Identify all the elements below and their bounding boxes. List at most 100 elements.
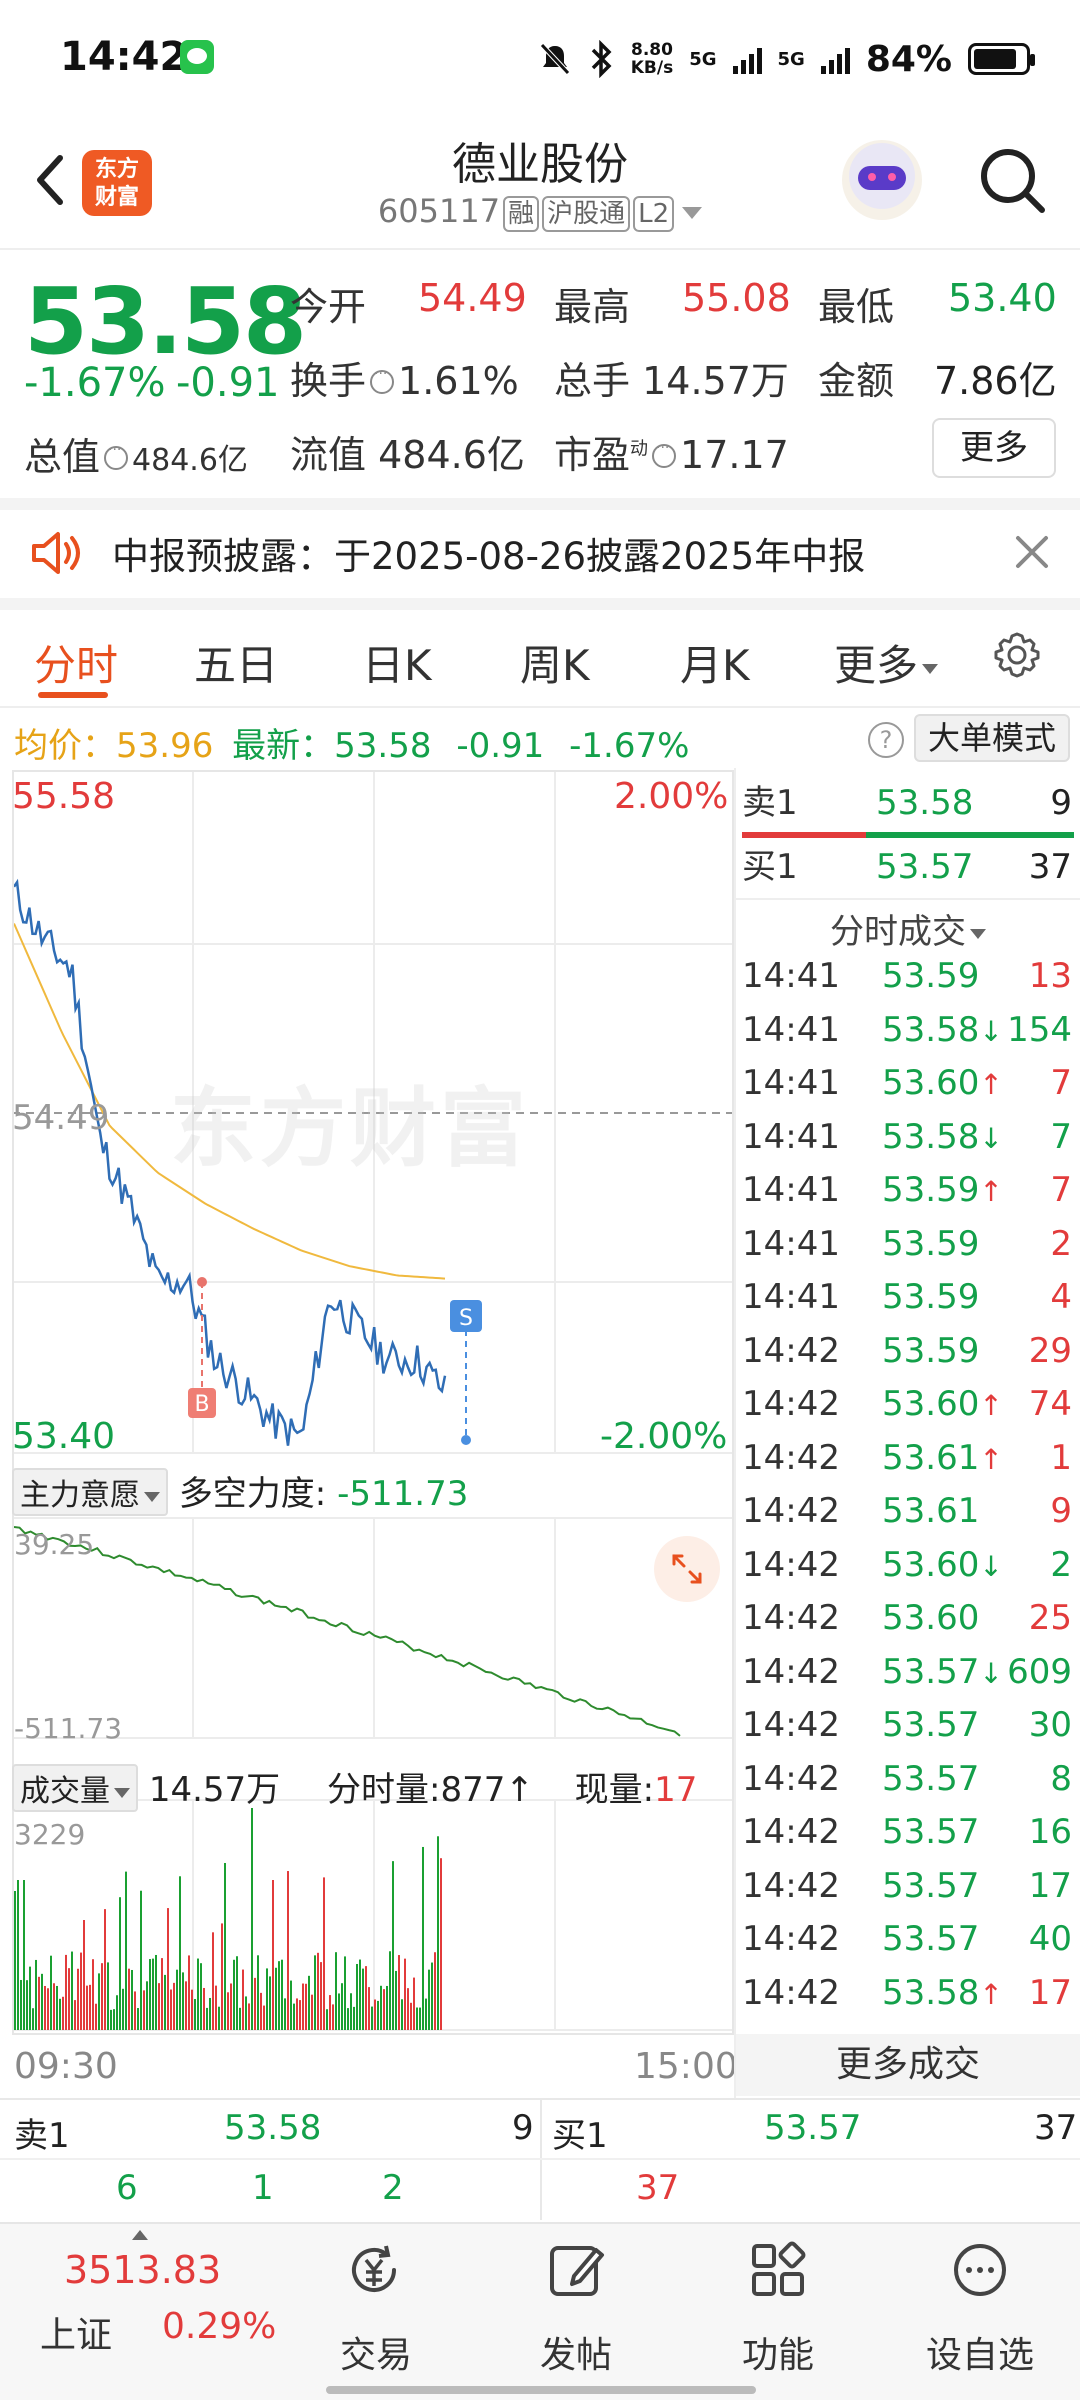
volume-bar [89, 1984, 91, 2030]
nav-add-watchlist[interactable]: 设自选 [900, 2326, 1060, 2378]
more-trades-button[interactable]: 更多成交 [736, 2034, 1080, 2096]
volume-bar [47, 1988, 49, 2030]
volume-bar [434, 1952, 436, 2030]
nav-functions[interactable]: 功能 [698, 2326, 858, 2378]
volume-bar [242, 1969, 244, 2030]
index-value[interactable]: 3513.83 [64, 2248, 221, 2292]
trade-row: 14:42 53.61↑ 1 [742, 1438, 1072, 1491]
trade-price: 53.60↑ [882, 1063, 1003, 1103]
volume-bar [80, 1952, 82, 2030]
trade-price: 53.59↑ [882, 1170, 1003, 1210]
back-icon[interactable] [30, 150, 70, 210]
volume-bar [302, 1983, 304, 2030]
close-icon[interactable] [1014, 534, 1050, 570]
signal-5g-label: 5G [689, 48, 717, 70]
help-icon[interactable]: ? [868, 722, 904, 758]
tab-intraday[interactable]: 分时 [34, 632, 118, 693]
tab-monthly-k[interactable]: 月K [680, 632, 750, 693]
post-icon[interactable] [544, 2238, 608, 2302]
volume-axis-max: 3229 [14, 1818, 86, 1851]
volume-bar [332, 2004, 334, 2030]
notice-text[interactable]: 中报预披露：于2025-08-26披露2025年中报 [112, 526, 865, 580]
trade-price: 53.58↓ [882, 1009, 1003, 1050]
volume-bar [68, 1968, 70, 2030]
trade-volume: 2 [1050, 1223, 1072, 1264]
trade-price: 53.60↓ [882, 1544, 1003, 1585]
trade-volume: 29 [1028, 1330, 1072, 1371]
trade-row: 14:42 53.57 40 [742, 1919, 1072, 1972]
volume-bar [113, 2009, 115, 2030]
gear-icon[interactable] [990, 628, 1044, 682]
indicator-select[interactable]: 主力意愿 [12, 1468, 168, 1516]
chevron-up-icon[interactable] [132, 2230, 148, 2240]
trade-time: 14:42 [742, 1865, 840, 1906]
info-icon[interactable] [652, 440, 677, 468]
trade-time: 14:41 [742, 956, 840, 996]
trade-price: 53.59 [882, 1330, 980, 1371]
volume-bar [158, 1983, 160, 2030]
volume-select[interactable]: 成交量 [12, 1764, 138, 1812]
volume-bar [26, 1980, 28, 2030]
volume-bar [140, 1890, 142, 2030]
expand-icon[interactable] [654, 1536, 720, 1602]
info-icon[interactable] [104, 442, 129, 470]
trade-time: 14:41 [742, 1170, 840, 1210]
pe-ratio: 市盈动17.17 [554, 424, 789, 479]
stock-code-row[interactable]: 605117 融沪股通 L2 [300, 192, 780, 232]
volume-bar [110, 2009, 112, 2030]
volume-bar [59, 1998, 61, 2030]
index-name[interactable]: 上证 [40, 2306, 112, 2358]
divider [0, 2158, 1080, 2160]
nav-trade[interactable]: 交易 [296, 2326, 456, 2378]
bottom-sell-label: 卖1 [14, 2116, 70, 2156]
amount-value: 7.86亿 [934, 359, 1057, 403]
divider [0, 598, 1080, 610]
signal-icon-2 [820, 44, 850, 74]
volume-bar [365, 1966, 367, 2030]
more-button[interactable]: 更多 [932, 418, 1056, 478]
trade-time: 14:41 [742, 1116, 840, 1157]
app-logo[interactable]: 东方 财富 [82, 150, 152, 216]
tab-more[interactable]: 更多 [834, 632, 939, 693]
arrow-up-icon: ↑ [979, 1068, 1003, 1101]
status-time: 14:42 [60, 34, 188, 80]
trade-price: 53.57↓ [882, 1651, 1003, 1692]
volume-bar [197, 1958, 199, 2030]
volume-bar [152, 1958, 154, 2030]
trade-price: 53.60↑ [882, 1384, 1003, 1424]
volume-bar [218, 2006, 220, 2030]
trade-icon[interactable] [342, 2238, 406, 2302]
volume-bar [155, 1954, 157, 2030]
volume-bar [77, 1968, 79, 2030]
add-watchlist-icon[interactable] [948, 2238, 1012, 2302]
tab-daily-k[interactable]: 日K [362, 632, 432, 693]
volume-bar [296, 1998, 298, 2030]
volume-bar [359, 1959, 361, 2030]
tab-5day[interactable]: 五日 [194, 632, 278, 693]
home-indicator[interactable] [326, 2386, 756, 2394]
volume-bar [167, 1908, 169, 2030]
indicator-value: -511.73 [337, 1474, 469, 1514]
search-icon[interactable] [976, 144, 1048, 216]
trade-time: 14:42 [742, 1437, 840, 1478]
tab-weekly-k[interactable]: 周K [520, 632, 590, 693]
trade-row: 14:42 53.59 29 [742, 1331, 1072, 1384]
volume-bar [320, 1962, 322, 2030]
stock-name[interactable]: 德业股份 [340, 128, 740, 192]
nav-post[interactable]: 发帖 [496, 2326, 656, 2378]
amount-label: 金额 [818, 359, 895, 403]
functions-icon[interactable] [746, 2238, 810, 2302]
high-value: 55.08 [682, 276, 791, 320]
info-icon[interactable] [370, 366, 395, 394]
trade-volume: 7 [1050, 1063, 1072, 1103]
index-percent[interactable]: 0.29% [162, 2306, 276, 2347]
volume-bar [374, 1999, 376, 2030]
buy-detail-1: 37 [636, 2168, 680, 2208]
volume-bar [401, 1999, 403, 2030]
trades-title[interactable]: 分时成交 [736, 904, 1080, 953]
trade-volume: 8 [1050, 1758, 1072, 1799]
assistant-robot-icon[interactable] [842, 140, 922, 220]
big-order-mode-button[interactable]: 大单模式 [914, 714, 1070, 762]
market-cap: 总值484.6亿 [24, 426, 248, 481]
volume-bar [410, 2002, 412, 2030]
